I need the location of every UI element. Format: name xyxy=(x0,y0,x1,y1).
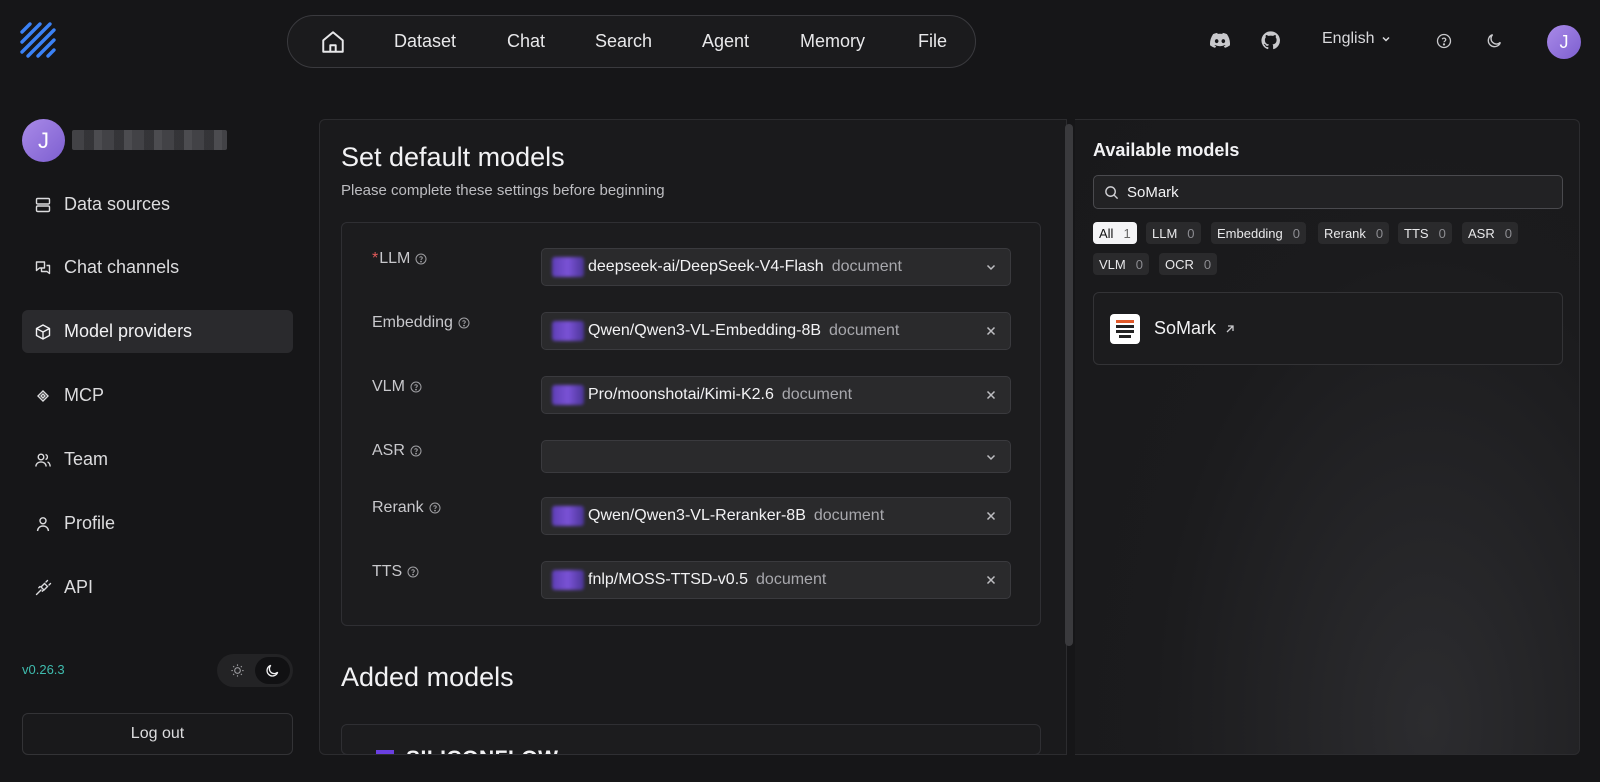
sidebar-item-mcp[interactable]: MCP xyxy=(22,374,293,417)
help-icon[interactable] xyxy=(410,381,422,393)
user-icon xyxy=(36,516,50,531)
sidebar-item-label: Profile xyxy=(64,513,116,533)
filter-rerank[interactable]: Rerank 0 xyxy=(1318,222,1390,244)
model-card-somark[interactable]: SoMark xyxy=(1093,292,1563,365)
logout-button[interactable]: Log out xyxy=(22,713,293,755)
tts-select[interactable]: fnlp/MOSS-TTSD-v0.5 document xyxy=(541,561,1011,599)
app-logo[interactable] xyxy=(18,20,60,62)
nav-search[interactable]: Search xyxy=(595,16,652,67)
embedding-select[interactable]: Qwen/Qwen3-VL-Embedding-8B document xyxy=(541,312,1011,350)
vlm-select[interactable]: Pro/moonshotai/Kimi-K2.6 document xyxy=(541,376,1011,414)
llm-select[interactable]: deepseek-ai/DeepSeek-V4-Flash document xyxy=(541,248,1011,286)
added-models-title: Added models xyxy=(341,662,514,692)
rerank-select[interactable]: Qwen/Qwen3-VL-Reranker-8B document xyxy=(541,497,1011,535)
github-icon[interactable] xyxy=(1261,31,1280,50)
sidebar-item-label: Data sources xyxy=(64,194,171,214)
siliconflow-logo xyxy=(376,750,394,754)
chevron-down-icon xyxy=(986,264,996,271)
filter-all[interactable]: All 1 xyxy=(1093,222,1137,244)
sidebar-item-label: Chat channels xyxy=(64,257,180,277)
added-provider-name: SILICONFLOW xyxy=(406,747,558,754)
clear-icon[interactable] xyxy=(984,573,998,587)
external-link-icon[interactable] xyxy=(1224,323,1236,335)
sidebar-item-label: Model providers xyxy=(64,321,193,341)
required-mark: * xyxy=(372,250,379,267)
tts-label: TTS xyxy=(372,563,419,581)
sidebar-item-profile[interactable]: Profile xyxy=(22,502,293,545)
mcp-icon xyxy=(37,389,49,402)
sidebar-item-chat-channels[interactable]: Chat channels xyxy=(22,246,293,289)
moon-icon[interactable] xyxy=(1486,32,1503,49)
chevron-down-icon xyxy=(1382,36,1391,42)
clear-icon[interactable] xyxy=(984,509,998,523)
nav-file[interactable]: File xyxy=(918,16,947,67)
asr-label: ASR xyxy=(372,442,422,460)
model-search-box[interactable] xyxy=(1093,175,1563,209)
filter-tts[interactable]: TTS 0 xyxy=(1398,222,1452,244)
user-name-redacted xyxy=(72,130,227,150)
sidebar-item-data-sources[interactable]: Data sources xyxy=(22,183,293,226)
filter-vlm[interactable]: VLM 0 xyxy=(1093,253,1149,275)
language-selector[interactable]: English xyxy=(1322,30,1392,48)
help-icon[interactable] xyxy=(458,317,470,329)
clear-icon[interactable] xyxy=(984,388,998,402)
nav-agent[interactable]: Agent xyxy=(702,16,749,67)
model-name: SoMark xyxy=(1154,318,1217,338)
filter-asr[interactable]: ASR 0 xyxy=(1462,222,1518,244)
sidebar-item-label: API xyxy=(64,577,94,597)
chevron-down-icon xyxy=(986,454,996,461)
sun-icon[interactable] xyxy=(220,657,255,684)
filter-ocr[interactable]: OCR 0 xyxy=(1159,253,1218,275)
provider-logo-redacted xyxy=(552,257,584,277)
filter-llm[interactable]: LLM 0 xyxy=(1146,222,1201,244)
theme-toggle[interactable] xyxy=(217,654,293,687)
rerank-label: Rerank xyxy=(372,499,441,517)
home-icon[interactable] xyxy=(320,29,346,55)
filter-embedding[interactable]: Embedding 0 xyxy=(1211,222,1307,244)
language-label: English xyxy=(1322,30,1375,47)
vlm-label: VLM xyxy=(372,378,422,396)
discord-icon[interactable] xyxy=(1210,32,1230,50)
nav-dataset[interactable]: Dataset xyxy=(394,16,456,67)
provider-logo-redacted xyxy=(552,385,584,405)
app-version: v0.26.3 xyxy=(22,662,65,677)
sidebar-item-api[interactable]: API xyxy=(22,566,293,609)
help-icon[interactable] xyxy=(407,566,419,578)
sidebar-item-label: MCP xyxy=(64,385,104,405)
sidebar-item-label: Team xyxy=(64,449,109,469)
main-nav: Dataset Chat Search Agent Memory File xyxy=(287,15,976,68)
provider-logo-redacted xyxy=(552,570,584,590)
user-avatar[interactable]: J xyxy=(1547,25,1581,59)
help-icon[interactable] xyxy=(1436,33,1452,49)
available-models-panel xyxy=(1075,119,1580,755)
embedding-label: Embedding xyxy=(372,314,470,332)
page-subtitle: Please complete these settings before be… xyxy=(341,182,665,199)
nav-chat[interactable]: Chat xyxy=(507,16,545,67)
search-icon xyxy=(1105,185,1119,199)
chat-channels-icon xyxy=(35,260,51,274)
sidebar-avatar: J xyxy=(22,119,65,162)
main-scrollbar[interactable] xyxy=(1065,124,1073,646)
provider-logo-redacted xyxy=(552,321,584,341)
llm-label: * LLM xyxy=(372,250,427,268)
added-provider-card[interactable]: SILICONFLOW xyxy=(341,724,1041,755)
nav-memory[interactable]: Memory xyxy=(800,16,865,67)
clear-icon[interactable] xyxy=(984,324,998,338)
plug-icon xyxy=(35,579,52,595)
sidebar-item-team[interactable]: Team xyxy=(22,438,293,481)
provider-logo-redacted xyxy=(552,506,584,526)
help-icon[interactable] xyxy=(415,253,427,265)
help-icon[interactable] xyxy=(429,502,441,514)
cube-icon xyxy=(35,323,51,340)
sidebar-item-model-providers[interactable]: Model providers xyxy=(22,310,293,353)
available-models-title: Available models xyxy=(1093,140,1240,160)
page-title: Set default models xyxy=(341,142,565,172)
moon-icon[interactable] xyxy=(255,657,290,684)
asr-select[interactable] xyxy=(541,440,1011,473)
model-search-input[interactable] xyxy=(1127,183,1547,201)
team-icon xyxy=(35,453,51,467)
database-icon xyxy=(35,197,51,212)
somark-logo xyxy=(1110,313,1140,344)
help-icon[interactable] xyxy=(410,445,422,457)
